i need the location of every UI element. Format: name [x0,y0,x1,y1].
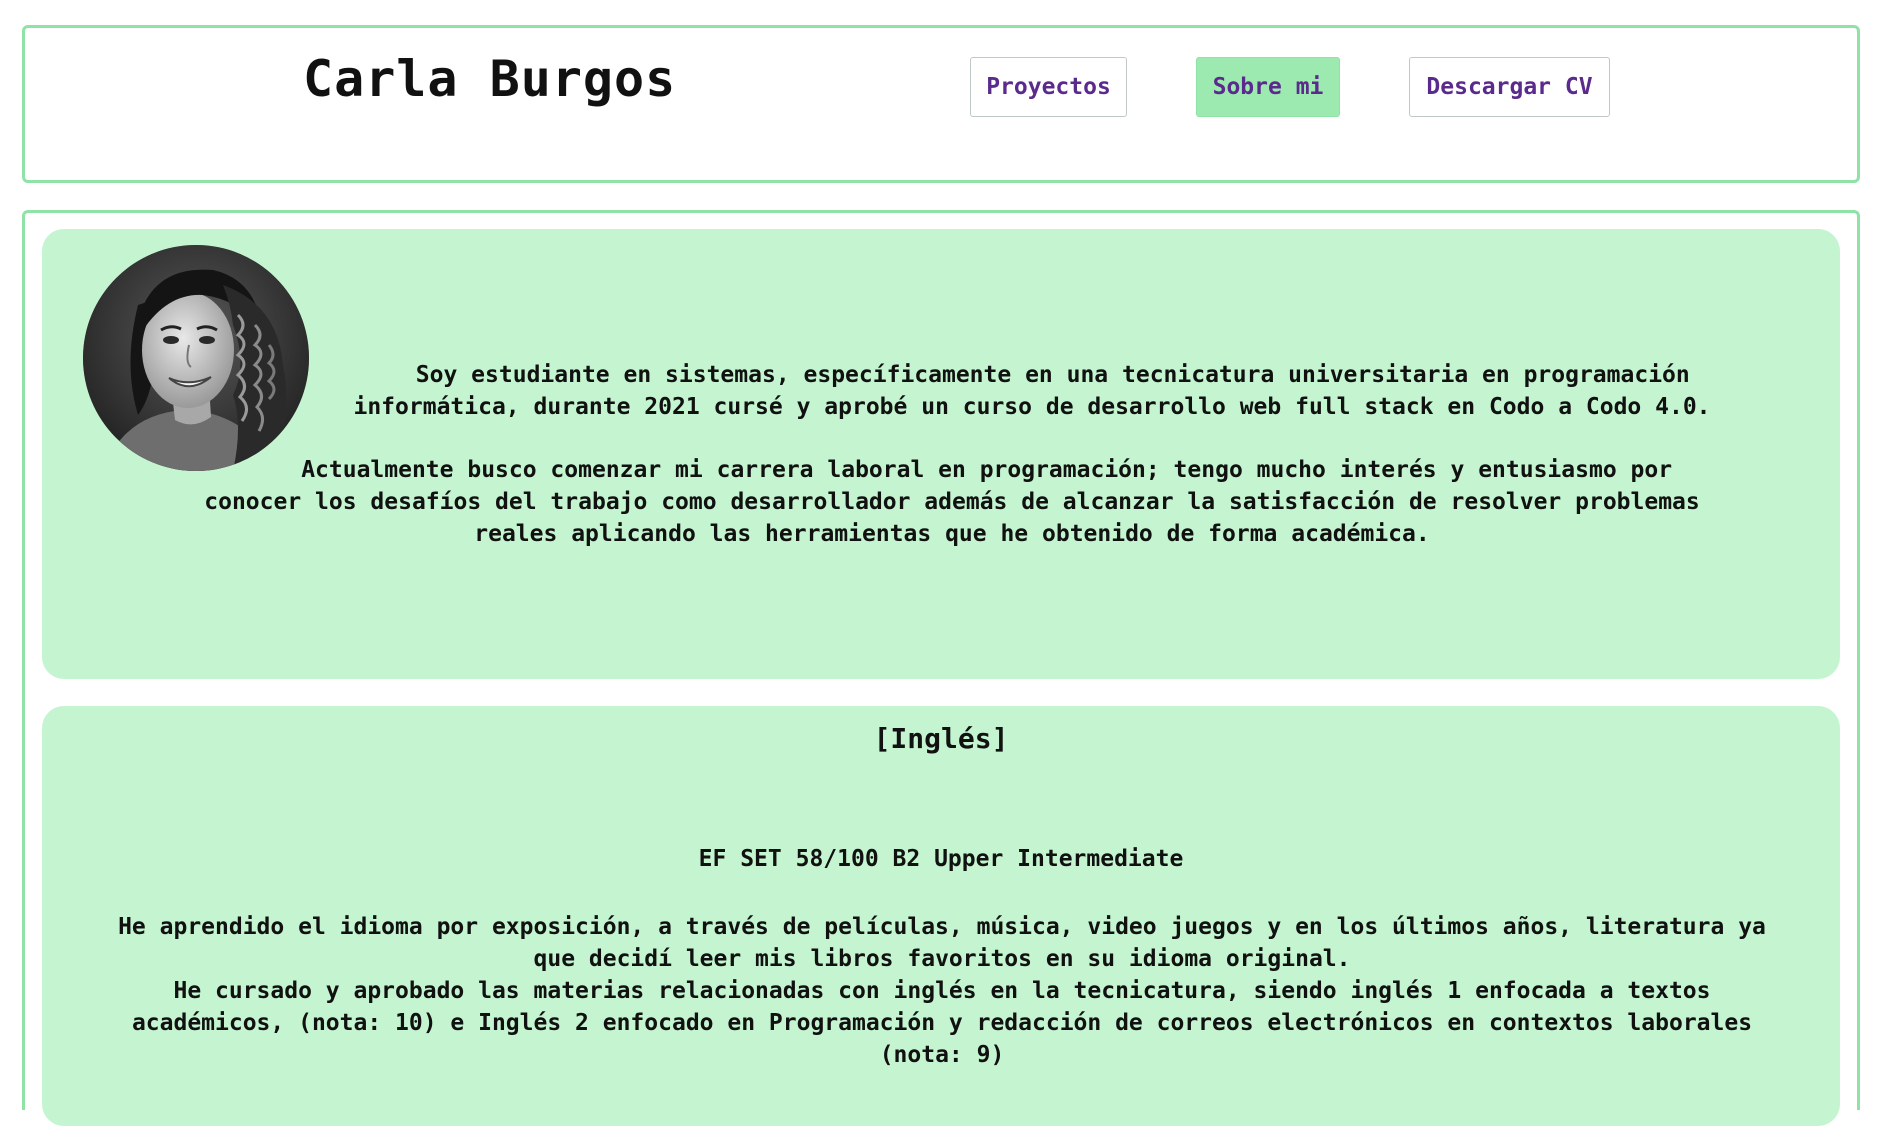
english-paragraph-1: He aprendido el idioma por exposición, a… [118,914,1766,972]
english-section-title: [Inglés] [873,722,1009,755]
english-certification: EF SET 58/100 B2 Upper Intermediate [698,846,1184,872]
english-description: He aprendido el idioma por exposición, a… [97,911,1787,1071]
about-paragraph-1: Soy estudiante en sistemas, específicame… [353,362,1711,420]
about-paragraph-2: Actualmente busco comenzar mi carrera la… [204,457,1714,547]
main-content: Soy estudiante en sistemas, específicame… [22,210,1860,1126]
english-card: [Inglés] EF SET 58/100 B2 Upper Intermed… [42,706,1840,1126]
nav-sobre-mi-button[interactable]: Sobre mi [1196,57,1340,117]
nav-descargar-cv-button[interactable]: Descargar CV [1409,57,1610,117]
profile-photo-icon [83,245,309,471]
about-card: Soy estudiante en sistemas, específicame… [42,229,1840,679]
nav-proyectos-button[interactable]: Proyectos [970,57,1127,117]
profile-avatar [83,245,309,471]
english-paragraph-2: He cursado y aprobado las materias relac… [131,978,1753,1068]
site-title: Carla Burgos [303,50,677,108]
